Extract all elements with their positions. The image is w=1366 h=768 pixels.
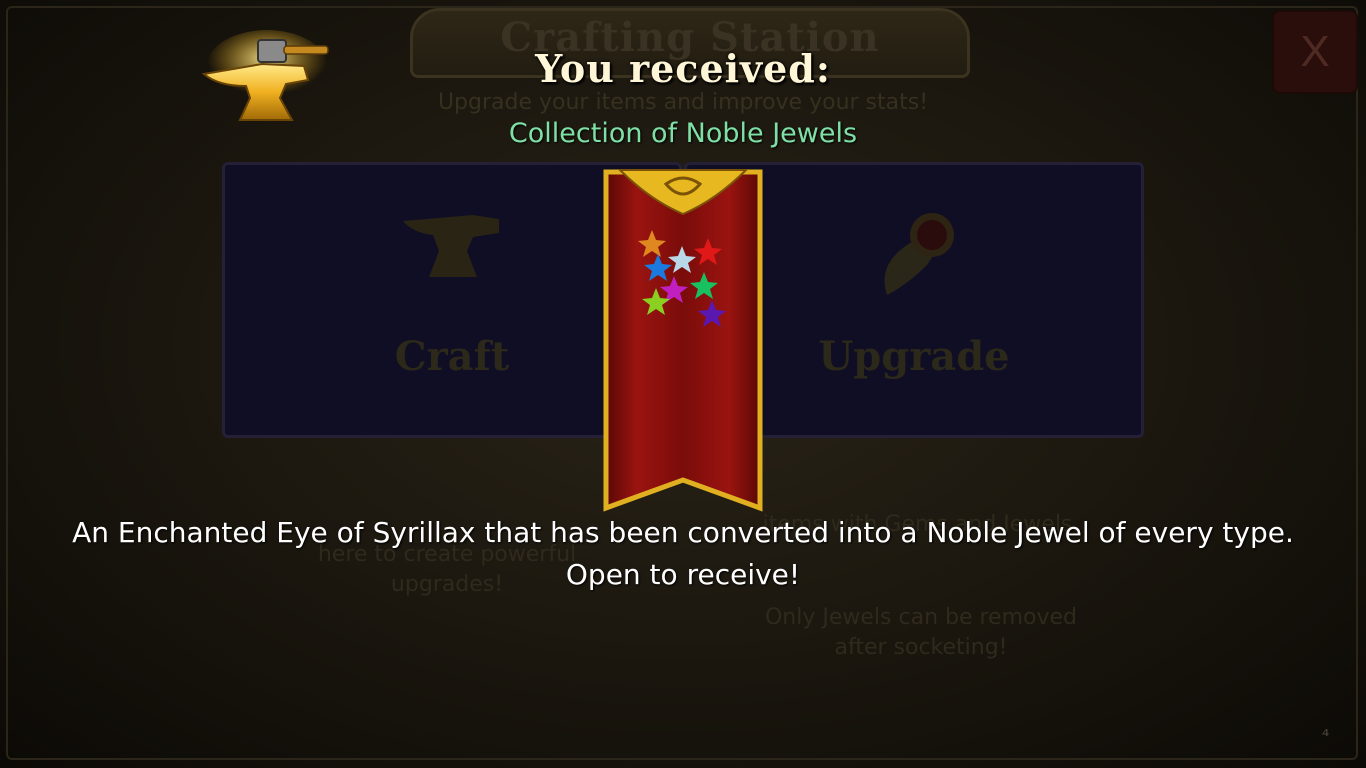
upgrade-note: Only Jewels can be removed after socketi… — [764, 605, 1078, 660]
anvil-icon — [403, 215, 499, 277]
corner-glyph: ⁴ — [1322, 726, 1330, 747]
item-name: Collection of Noble Jewels — [508, 118, 858, 149]
reward-description: An Enchanted Eye of Syrillax that has be… — [72, 516, 1294, 591]
received-heading: You received: — [535, 46, 831, 91]
close-button[interactable]: X — [1272, 10, 1358, 94]
reward-banner — [603, 169, 763, 512]
gem-sword-icon — [884, 213, 954, 295]
station-subtitle: Upgrade your items and improve your stat… — [437, 90, 929, 115]
anvil-hammer-icon — [201, 30, 329, 121]
